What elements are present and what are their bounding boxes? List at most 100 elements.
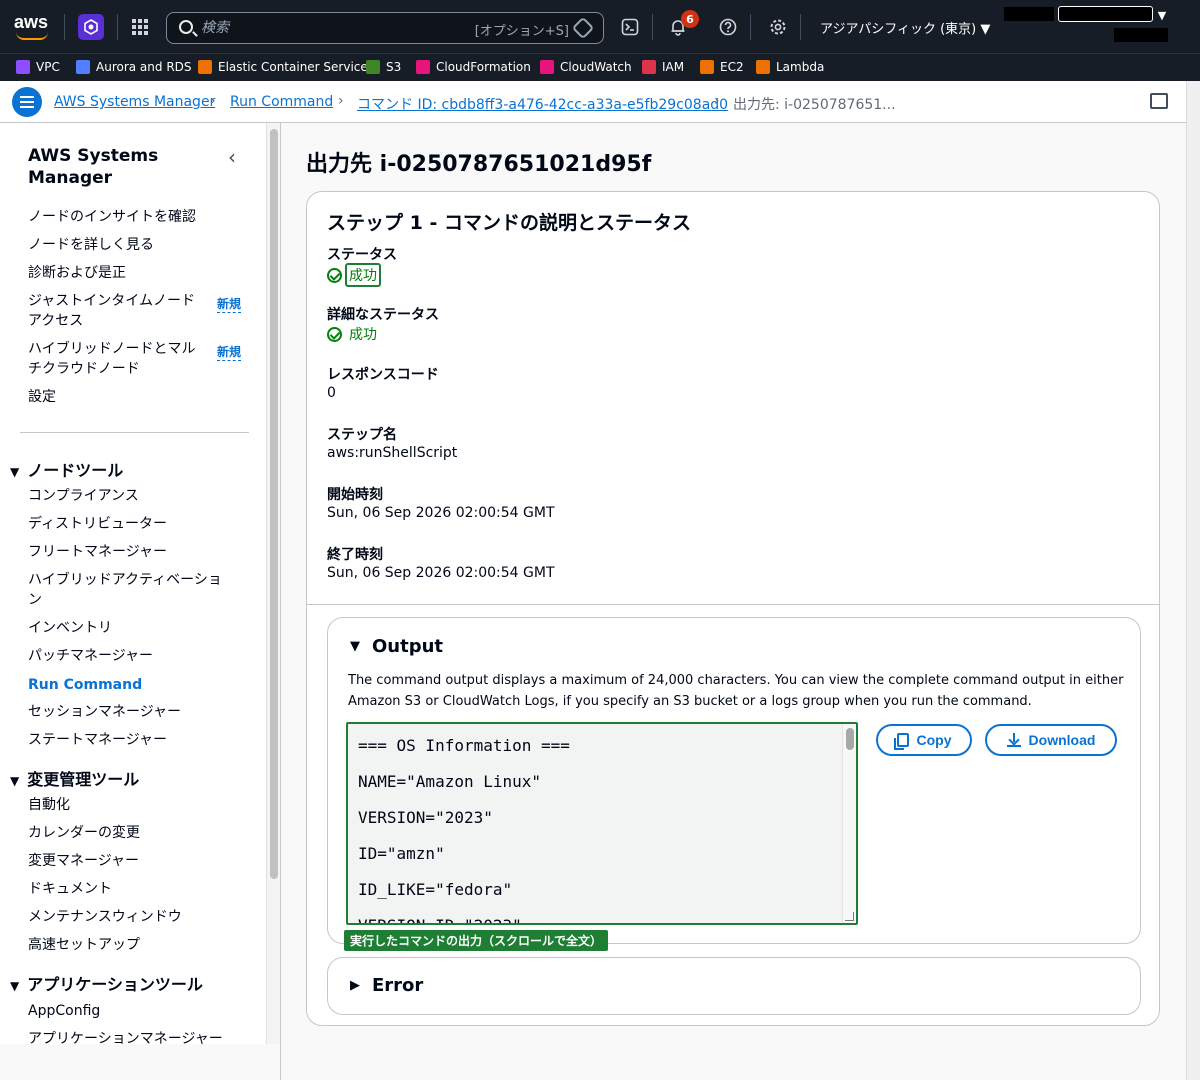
sidebar-item-change-calendar[interactable]: カレンダーの変更 bbox=[28, 823, 208, 843]
favorite-label: IAM bbox=[662, 60, 685, 74]
output-panel: ▼ Output The command output displays a m… bbox=[327, 617, 1141, 951]
sidebar-item-diagnose[interactable]: 診断および是正 bbox=[28, 263, 208, 283]
breadcrumb-command-id[interactable]: コマンド ID: cbdb8ff3-a476-42cc-a33a-e5fb29c… bbox=[357, 94, 728, 114]
settings-gear-icon[interactable] bbox=[768, 17, 788, 37]
amazon-q-icon[interactable] bbox=[571, 16, 595, 40]
content-divider bbox=[280, 123, 281, 1080]
sidebar-item-patch-manager[interactable]: パッチマネージャー bbox=[28, 646, 208, 666]
error-panel: ▶ Error bbox=[327, 957, 1141, 1015]
sidebar-item-explore-nodes[interactable]: ノードを詳しく見る bbox=[28, 235, 208, 255]
copy-button[interactable]: Copy bbox=[876, 724, 972, 756]
caret-down-icon: ▼ bbox=[350, 639, 360, 654]
search-bar[interactable]: [オプション+S] bbox=[166, 12, 604, 44]
account-dropdown-icon[interactable]: ▼ bbox=[1152, 5, 1172, 25]
account-redacted-block bbox=[1004, 7, 1054, 21]
command-output-textarea[interactable]: === OS Information === NAME="Amazon Linu… bbox=[346, 722, 858, 925]
section-node-tools[interactable]: ▼ ノードツール bbox=[10, 457, 123, 481]
sidebar-item-maintenance-windows[interactable]: メンテナンスウィンドウ bbox=[28, 907, 208, 927]
caret-down-icon: ▼ bbox=[10, 465, 20, 479]
card-divider bbox=[307, 604, 1159, 605]
section-change-management[interactable]: ▼ 変更管理ツール bbox=[10, 766, 139, 790]
nav-divider bbox=[117, 14, 118, 40]
systems-manager-service-icon[interactable] bbox=[78, 14, 104, 40]
favorite-label: S3 bbox=[386, 60, 402, 74]
favorite-cloudformation[interactable]: CloudFormation bbox=[416, 60, 531, 74]
copy-icon bbox=[893, 733, 909, 750]
new-badge: 新規 bbox=[217, 297, 242, 313]
sidebar-item-settings[interactable]: 設定 bbox=[28, 387, 208, 407]
scrollbar-thumb[interactable] bbox=[846, 728, 854, 750]
sidebar-title[interactable]: AWS Systems Manager bbox=[28, 145, 198, 189]
sidebar-item-run-command[interactable]: Run Command bbox=[28, 675, 208, 695]
output-line: ID="amzn" bbox=[358, 844, 445, 863]
sidebar-scrollbar[interactable] bbox=[266, 123, 280, 1044]
lambda-icon bbox=[756, 60, 770, 74]
region-selector[interactable]: アジアパシフィック (東京) ▼ bbox=[820, 18, 990, 37]
success-check-icon bbox=[327, 267, 342, 283]
scrollbar-thumb[interactable] bbox=[270, 129, 278, 879]
resize-handle-icon[interactable] bbox=[845, 912, 854, 921]
sidebar-item-node-insights[interactable]: ノードのインサイトを確認 bbox=[28, 207, 208, 227]
section-title: アプリケーションツール bbox=[27, 975, 203, 994]
favorite-iam[interactable]: IAM bbox=[642, 60, 684, 74]
sidebar-item-jit-access[interactable]: ジャストインタイムノードアクセス bbox=[28, 291, 203, 331]
page-tools-icon[interactable] bbox=[1150, 93, 1168, 109]
top-navigation: aws [オプション+S] 6 アジアパシフィック (東京) ▼ ▼ bbox=[0, 0, 1200, 53]
output-scrollbar[interactable] bbox=[842, 724, 856, 923]
download-button[interactable]: Download bbox=[985, 724, 1117, 756]
sidebar-item-quick-setup[interactable]: 高速セットアップ bbox=[28, 935, 208, 955]
output-lines: === OS Information === NAME="Amazon Linu… bbox=[358, 736, 570, 923]
sidebar-item-appconfig[interactable]: AppConfig bbox=[28, 1001, 208, 1021]
help-icon[interactable] bbox=[718, 17, 738, 37]
error-expander[interactable]: ▶ Error bbox=[350, 975, 423, 996]
sidebar-item-hybrid-nodes[interactable]: ハイブリッドノードとマルチクラウドノード bbox=[28, 339, 203, 379]
favorite-label: Elastic Container Service bbox=[218, 60, 368, 74]
sidebar-item-change-manager[interactable]: 変更マネージャー bbox=[28, 851, 208, 871]
collapse-chevron-left-icon[interactable]: ‹ bbox=[228, 145, 236, 169]
iam-icon bbox=[642, 60, 656, 74]
output-line: VERSION="2023" bbox=[358, 808, 493, 827]
favorite-ec2[interactable]: EC2 bbox=[700, 60, 744, 74]
sidebar-item-state-manager[interactable]: ステートマネージャー bbox=[28, 730, 208, 750]
sidebar-item-distributor[interactable]: ディストリビューター bbox=[28, 514, 208, 534]
sidebar-item-application-manager[interactable]: アプリケーションマネージャー bbox=[28, 1029, 258, 1044]
sidebar-item-documents[interactable]: ドキュメント bbox=[28, 879, 208, 899]
apps-grid-icon[interactable] bbox=[132, 19, 148, 35]
page-title: 出力先 i-0250787651021d95f bbox=[306, 152, 652, 177]
sidebar-item-hybrid-activations[interactable]: ハイブリッドアクティベーション bbox=[28, 570, 228, 610]
favorite-vpc[interactable]: VPC bbox=[16, 60, 60, 74]
notification-count-badge: 6 bbox=[681, 10, 699, 28]
caret-down-icon: ▼ bbox=[10, 979, 20, 993]
favorite-label: EC2 bbox=[720, 60, 744, 74]
end-time-value: Sun, 06 Sep 2026 02:00:54 GMT bbox=[327, 565, 555, 581]
favorite-cloudwatch[interactable]: CloudWatch bbox=[540, 60, 632, 74]
chevron-right-icon: › bbox=[338, 93, 344, 109]
account-menu[interactable] bbox=[1058, 6, 1153, 22]
vpc-icon bbox=[16, 60, 30, 74]
aws-logo[interactable]: aws bbox=[14, 12, 50, 40]
sidebar-item-inventory[interactable]: インベントリ bbox=[28, 618, 208, 638]
s3-icon bbox=[366, 60, 380, 74]
caret-down-icon: ▼ bbox=[10, 774, 20, 788]
success-check-icon bbox=[327, 326, 342, 342]
sidebar-item-automation[interactable]: 自動化 bbox=[28, 795, 208, 815]
cloudshell-icon[interactable] bbox=[620, 17, 640, 37]
sidebar-item-compliance[interactable]: コンプライアンス bbox=[28, 486, 208, 506]
section-application-tools[interactable]: ▼ アプリケーションツール bbox=[10, 971, 203, 995]
copy-label: Copy bbox=[916, 732, 952, 748]
breadcrumb-systems-manager[interactable]: AWS Systems Manager bbox=[54, 94, 215, 110]
start-time-label: 開始時刻 bbox=[327, 487, 383, 503]
sidebar-item-fleet-manager[interactable]: フリートマネージャー bbox=[28, 542, 208, 562]
response-code-value: 0 bbox=[327, 385, 336, 401]
output-expander[interactable]: ▼ Output bbox=[350, 636, 443, 657]
search-input[interactable] bbox=[201, 17, 441, 39]
favorite-aurora-rds[interactable]: Aurora and RDS bbox=[76, 60, 192, 74]
page-scrollbar[interactable] bbox=[1186, 81, 1200, 1080]
favorite-lambda[interactable]: Lambda bbox=[756, 60, 824, 74]
sidebar-item-session-manager[interactable]: セッションマネージャー bbox=[28, 702, 208, 722]
favorite-ecs[interactable]: Elastic Container Service bbox=[198, 60, 368, 74]
favorite-s3[interactable]: S3 bbox=[366, 60, 401, 74]
favorite-label: CloudWatch bbox=[560, 60, 632, 74]
menu-hamburger-icon[interactable] bbox=[12, 87, 42, 117]
breadcrumb-run-command[interactable]: Run Command bbox=[230, 94, 333, 110]
